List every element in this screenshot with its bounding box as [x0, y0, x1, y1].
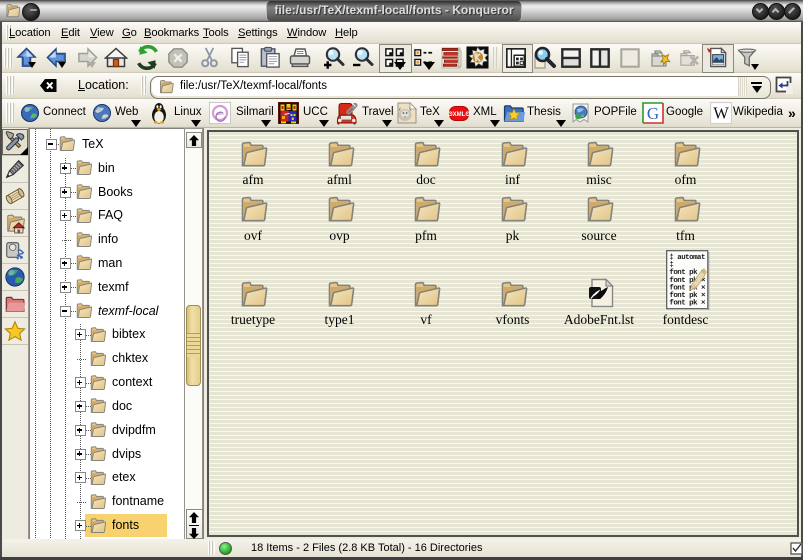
svg-text:font pk ×: font pk × — [669, 300, 706, 308]
svg-text:G: G — [647, 104, 659, 123]
svg-text:‡ automat: ‡ automat — [669, 254, 705, 262]
svg-text:ʘXMLʘ: ʘXMLʘ — [449, 112, 469, 118]
svg-text:silm: silm — [216, 111, 224, 116]
svg-text:W: W — [713, 104, 729, 123]
